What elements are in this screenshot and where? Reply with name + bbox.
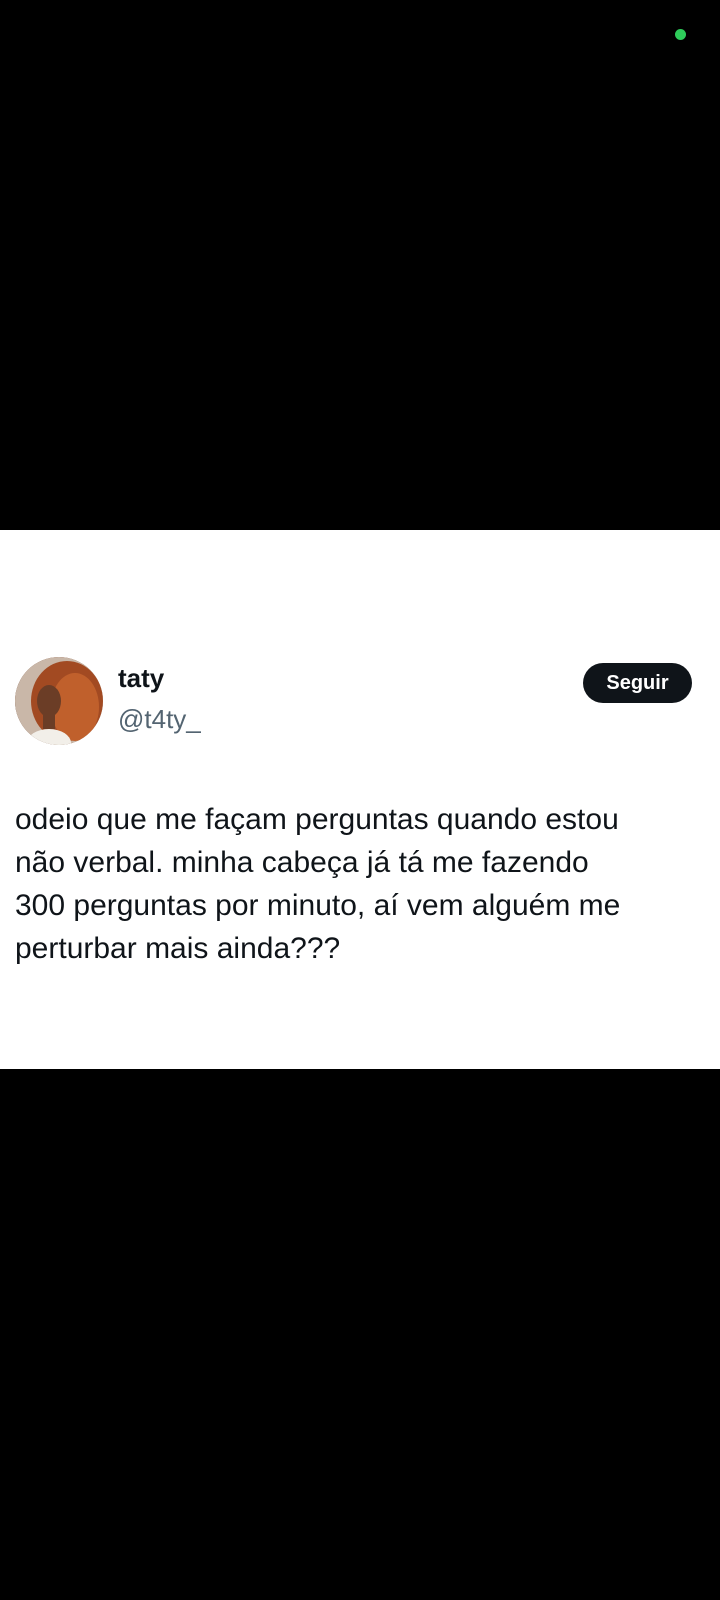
follow-button[interactable]: Seguir — [583, 663, 692, 703]
user-handle[interactable]: @t4ty_ — [118, 703, 201, 735]
avatar[interactable] — [15, 657, 103, 745]
tweet-text-line: não verbal. minha cabeça já tá me fazend… — [15, 846, 589, 879]
camera-indicator-icon — [675, 29, 686, 40]
tweet-text-line: 300 perguntas por minuto, aí vem alguém … — [15, 889, 621, 922]
tweet-text-line: odeio que me façam perguntas quando esto… — [15, 803, 619, 836]
tweet-card: taty @t4ty_ Seguir odeio que me façam pe… — [0, 530, 720, 1069]
tweet-text-line: perturbar mais ainda??? — [15, 932, 341, 965]
tweet-text: odeio que me façam perguntas quando esto… — [15, 798, 705, 970]
display-name[interactable]: taty — [118, 662, 164, 694]
profile-photo-icon — [15, 657, 103, 745]
